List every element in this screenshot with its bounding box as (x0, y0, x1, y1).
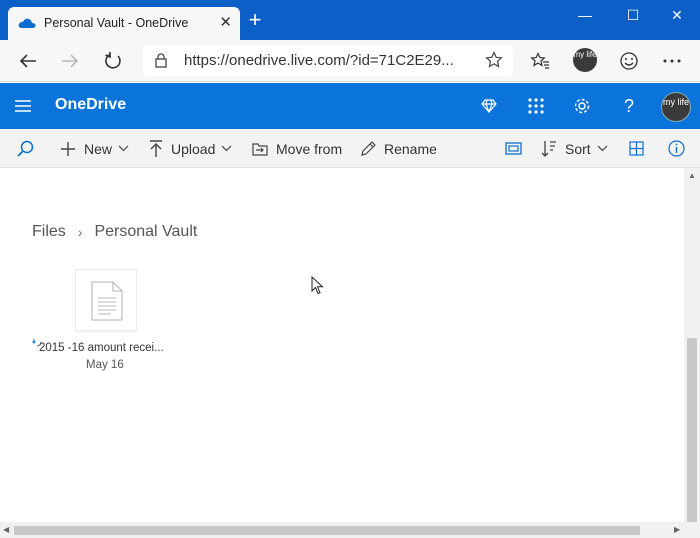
app-launcher-menu-icon[interactable] (14, 99, 32, 113)
move-from-button[interactable]: Move from (252, 129, 342, 168)
favorites-icon[interactable] (526, 47, 554, 75)
sort-button[interactable]: Sort (541, 129, 608, 168)
upload-arrow-icon (150, 139, 162, 157)
refresh-icon[interactable] (99, 47, 127, 75)
chevron-down-icon (221, 145, 232, 152)
url-text[interactable]: https://onedrive.live.com/?id=71C2E29... (184, 52, 454, 69)
chevron-down-icon (118, 145, 129, 152)
horizontal-scroll-thumb[interactable] (14, 526, 640, 535)
scroll-up-icon[interactable]: ▲ (688, 171, 696, 180)
command-bar: New Upload Move from Rename Sort (0, 129, 700, 168)
pencil-icon (361, 140, 376, 156)
lock-icon[interactable] (153, 52, 169, 68)
onedrive-cloud-icon (18, 18, 36, 28)
more-options-icon[interactable] (658, 47, 686, 75)
account-avatar[interactable]: my life (661, 92, 691, 122)
file-name[interactable]: 2015 -16 amount recei... (39, 342, 164, 354)
new-button[interactable]: New (60, 129, 129, 168)
help-icon[interactable]: ? (617, 94, 641, 118)
vertical-scroll-thumb[interactable] (687, 338, 697, 522)
close-window-icon[interactable]: ✕ (654, 4, 700, 28)
apps-grid-icon[interactable] (524, 94, 548, 118)
sort-icon (541, 141, 556, 157)
rename-label: Rename (384, 140, 437, 157)
file-date: May 16 (86, 359, 124, 371)
chevron-right-icon: › (77, 224, 83, 240)
move-from-icon (252, 142, 268, 156)
horizontal-scrollbar[interactable]: ◀ ▶ (0, 522, 700, 538)
breadcrumb-current: Personal Vault (94, 223, 198, 240)
upload-button[interactable]: Upload (149, 129, 232, 168)
onedrive-header: OneDrive ? (0, 83, 700, 129)
feedback-smiley-icon[interactable] (615, 47, 643, 75)
plus-icon (61, 141, 75, 156)
vault-icon (505, 142, 522, 155)
tab-title: Personal Vault - OneDrive (44, 16, 189, 30)
info-icon[interactable] (668, 129, 693, 168)
favorite-star-icon[interactable] (485, 51, 503, 69)
upload-label: Upload (171, 140, 216, 157)
scroll-right-icon[interactable]: ▶ (674, 525, 680, 534)
browser-profile-avatar[interactable]: my life (573, 48, 597, 72)
document-icon (91, 281, 123, 321)
app-brand[interactable]: OneDrive (55, 96, 126, 114)
new-tab-icon[interactable]: + (244, 9, 266, 32)
forward-icon[interactable] (56, 47, 84, 75)
title-bar: Personal Vault - OneDrive ✕ + — ☐ ✕ (0, 0, 700, 40)
vertical-scrollbar[interactable]: ▲ (684, 168, 700, 522)
new-label: New (84, 140, 113, 157)
view-tiles-icon[interactable] (629, 129, 652, 168)
settings-gear-icon[interactable] (570, 94, 594, 118)
browser-tab[interactable]: Personal Vault - OneDrive ✕ (8, 7, 240, 40)
scroll-left-icon[interactable]: ◀ (3, 525, 9, 534)
file-list-area: Files › Personal Vault 2015 -16 amount r… (0, 168, 684, 522)
breadcrumb: Files › Personal Vault (32, 223, 197, 241)
back-icon[interactable] (14, 47, 42, 75)
premium-diamond-icon[interactable] (477, 94, 501, 118)
rename-button[interactable]: Rename (360, 129, 437, 168)
close-tab-icon[interactable]: ✕ (219, 13, 232, 31)
address-bar[interactable]: https://onedrive.live.com/?id=71C2E29... (143, 45, 513, 76)
chevron-down-icon (597, 145, 608, 152)
mouse-cursor-icon (311, 276, 324, 295)
maximize-icon[interactable]: ☐ (610, 4, 656, 28)
search-icon[interactable] (17, 129, 43, 168)
move-from-label: Move from (276, 140, 343, 157)
minimize-icon[interactable]: — (562, 4, 608, 28)
breadcrumb-files[interactable]: Files (32, 223, 66, 241)
vault-lock-button[interactable] (505, 129, 530, 168)
sort-label: Sort (565, 140, 591, 157)
file-tile[interactable] (75, 269, 137, 331)
